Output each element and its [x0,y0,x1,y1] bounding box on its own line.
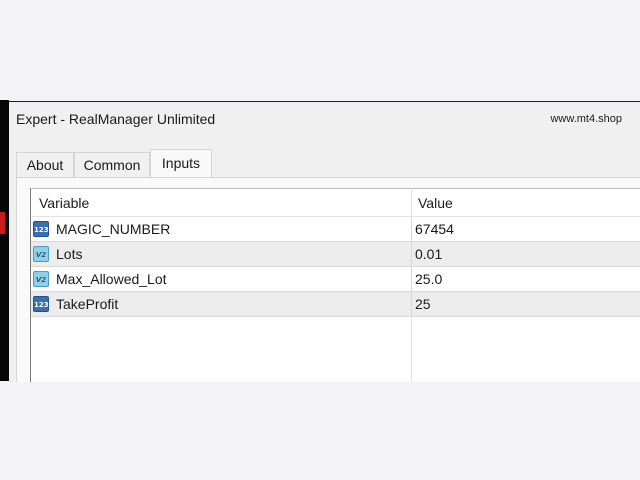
variable-name: TakeProfit [56,296,119,312]
variable-name: MAGIC_NUMBER [56,221,171,237]
table-row[interactable]: V2 Max_Allowed_Lot 25.0 [31,267,640,292]
expert-properties-window: Expert - RealManager Unlimited www.mt4.s… [9,101,640,382]
cell-divider [411,242,412,266]
variable-name: Lots [56,246,83,262]
table-row[interactable]: V2 Lots 0.01 [31,242,640,267]
cell-divider [411,267,412,291]
variable-name: Max_Allowed_Lot [56,271,167,287]
chart-background [0,100,9,381]
page: Expert - RealManager Unlimited www.mt4.s… [0,0,640,480]
variable-value[interactable]: 0.01 [415,246,442,262]
double-type-icon: V2 [33,271,49,287]
window-title: Expert - RealManager Unlimited [16,111,216,127]
variable-value[interactable]: 67454 [415,221,454,237]
inputs-panel: Variable Value 123 MAGIC_NUMBER 67454 V2… [16,177,640,382]
int-type-icon: 123 [33,296,49,312]
tab-inputs[interactable]: Inputs [150,149,212,178]
tab-common[interactable]: Common [74,152,150,177]
table-row[interactable]: 123 MAGIC_NUMBER 67454 [31,217,640,242]
table-header: Variable Value [31,189,640,217]
cell-divider [411,217,412,241]
brand-watermark: www.mt4.shop [550,113,622,125]
column-header-variable[interactable]: Variable [39,195,89,211]
column-header-value[interactable]: Value [418,195,453,211]
tab-about[interactable]: About [16,152,74,177]
double-type-icon: V2 [33,246,49,262]
variable-value[interactable]: 25 [415,296,431,312]
cell-divider [411,292,412,316]
table-row[interactable]: 123 TakeProfit 25 [31,292,640,317]
variable-value[interactable]: 25.0 [415,271,442,287]
title-bar[interactable]: Expert - RealManager Unlimited www.mt4.s… [9,102,640,138]
int-type-icon: 123 [33,221,49,237]
tab-strip: About Common Inputs [16,149,640,178]
inputs-table: Variable Value 123 MAGIC_NUMBER 67454 V2… [30,188,640,382]
chart-candle-mark [0,212,5,234]
